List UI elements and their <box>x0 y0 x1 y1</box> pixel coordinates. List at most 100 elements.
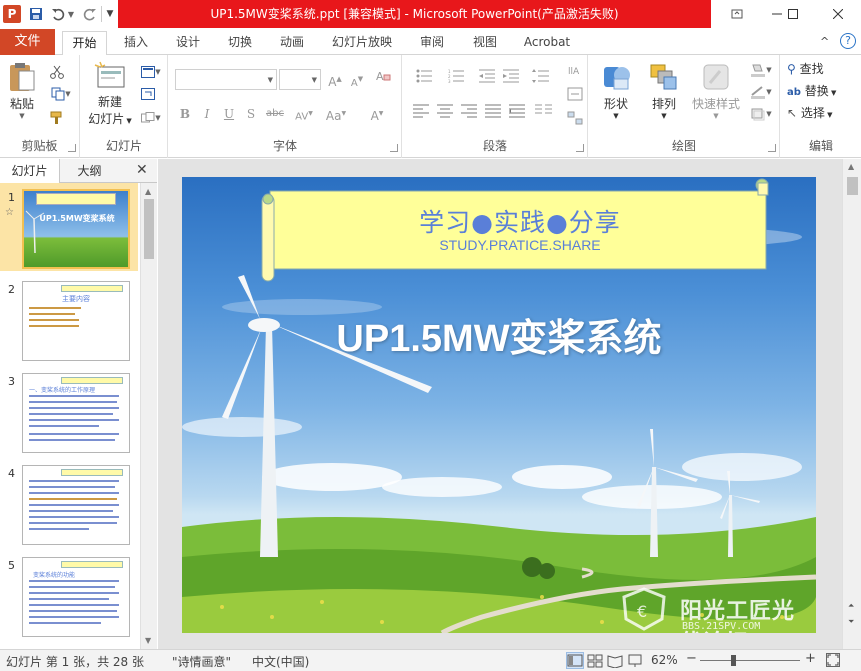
quick-styles-button[interactable]: 快速样式 ▼ <box>689 61 743 120</box>
font-launcher-icon[interactable] <box>390 144 398 152</box>
cut-icon[interactable] <box>48 63 66 81</box>
scroll-down-icon[interactable]: ▼ <box>145 636 151 645</box>
tab-slideshow[interactable]: 幻灯片放映 <box>326 31 398 56</box>
copy-icon[interactable]: ▼ <box>48 85 74 103</box>
zoom-out-icon[interactable]: − <box>686 651 697 666</box>
save-icon[interactable] <box>26 4 46 24</box>
format-painter-icon[interactable] <box>48 109 66 127</box>
justify-icon[interactable] <box>483 104 503 124</box>
arrange-button[interactable]: 排列 ▼ <box>643 61 685 120</box>
zoom-slider[interactable] <box>700 660 800 661</box>
banner-title[interactable]: 学习●实践●分享 <box>268 203 772 239</box>
theme-name[interactable]: "诗情画意" <box>172 653 231 670</box>
tab-design[interactable]: 设计 <box>168 31 208 56</box>
font-color-icon[interactable]: A▼ <box>363 104 391 124</box>
redo-icon[interactable] <box>80 4 100 24</box>
slideshow-view-icon[interactable] <box>626 652 644 669</box>
slide-sorter-icon[interactable] <box>586 652 604 669</box>
shrink-font-icon[interactable]: A▼ <box>347 69 367 89</box>
tab-acrobat[interactable]: Acrobat <box>518 31 576 56</box>
tab-transitions[interactable]: 切换 <box>220 31 260 56</box>
shape-fill-icon[interactable]: ▼ <box>747 61 775 79</box>
line-spacing-icon[interactable] <box>527 69 555 89</box>
change-case-icon[interactable]: Aa▼ <box>321 104 351 124</box>
bullets-icon[interactable] <box>411 69 439 89</box>
collapse-ribbon-icon[interactable]: ^ <box>820 35 829 48</box>
language-indicator[interactable]: 中文(中国) <box>252 653 309 670</box>
tab-home[interactable]: 开始 <box>62 31 107 56</box>
thumbnail-scrollbar[interactable]: ▲ ▼ <box>140 183 157 649</box>
tab-view[interactable]: 视图 <box>465 31 505 56</box>
drawing-launcher-icon[interactable] <box>768 144 776 152</box>
layout-icon[interactable]: ▼ <box>139 63 163 81</box>
italic-icon[interactable]: I <box>197 104 217 124</box>
help-icon[interactable]: ? <box>840 33 856 49</box>
grow-font-icon[interactable]: A▲ <box>325 69 345 89</box>
normal-view-icon[interactable] <box>566 652 584 669</box>
decrease-indent-icon[interactable] <box>477 69 497 89</box>
slide-thumbnail-4[interactable]: 4 <box>0 459 138 547</box>
zoom-in-icon[interactable]: + <box>805 651 816 666</box>
scrollbar-thumb[interactable] <box>847 177 858 195</box>
slide-canvas[interactable]: € 学习●实践●分享 STUDY.PRATICE.SHARE UP1.5MW变桨… <box>182 177 816 633</box>
text-shadow-icon[interactable]: S <box>241 104 261 124</box>
tab-slides-pane[interactable]: 幻灯片 <box>0 159 60 183</box>
shape-outline-icon[interactable]: ▼ <box>747 83 775 101</box>
undo-icon[interactable] <box>48 4 68 24</box>
slide-thumbnail-1[interactable]: 1 ☆ UP1.5MW变桨系统 <box>0 183 138 271</box>
reading-view-icon[interactable] <box>606 652 624 669</box>
next-slide-icon[interactable]: ⏷ <box>848 617 854 627</box>
ribbon-display-icon[interactable] <box>720 0 754 28</box>
shape-effects-icon[interactable]: ▼ <box>747 105 775 123</box>
slide-thumbnail-2[interactable]: 2 主要内容 <box>0 275 138 363</box>
character-spacing-icon[interactable]: AV▼ <box>291 104 317 124</box>
slide-thumbnail-3[interactable]: 3 一、变桨系统的工作原理 <box>0 367 138 455</box>
font-name-dropdown[interactable]: ▼ <box>175 69 277 90</box>
previous-slide-icon[interactable]: ⏶ <box>848 601 854 611</box>
scroll-up-icon[interactable]: ▲ <box>145 187 151 196</box>
text-direction-icon[interactable]: llA <box>565 63 585 83</box>
convert-smartart-icon[interactable] <box>565 111 585 131</box>
reset-slide-icon[interactable] <box>139 85 157 103</box>
tab-animations[interactable]: 动画 <box>272 31 312 56</box>
clipboard-launcher-icon[interactable] <box>68 144 76 152</box>
underline-icon[interactable]: U <box>219 104 239 124</box>
banner-subtitle[interactable]: STUDY.PRATICE.SHARE <box>268 237 772 253</box>
tab-review[interactable]: 审阅 <box>412 31 452 56</box>
align-text-icon[interactable] <box>565 87 585 107</box>
tab-file[interactable]: 文件 <box>0 29 55 55</box>
slide-title[interactable]: UP1.5MW变桨系统 <box>182 307 816 362</box>
close-pane-icon[interactable]: ✕ <box>136 162 148 178</box>
scrollbar-thumb[interactable] <box>144 199 154 259</box>
fit-to-window-icon[interactable] <box>826 653 840 667</box>
maximize-button[interactable] <box>770 0 816 28</box>
tab-outline-pane[interactable]: 大纲 <box>62 159 117 183</box>
strikethrough-icon[interactable]: abc <box>263 104 287 124</box>
find-button[interactable]: ⚲ 查找 <box>787 60 824 77</box>
font-size-dropdown[interactable]: ▼ <box>279 69 321 90</box>
section-icon[interactable]: ▼ <box>139 109 163 127</box>
shapes-button[interactable]: 形状 ▼ <box>595 61 637 120</box>
new-slide-button[interactable]: 新建 幻灯片 ▼ <box>87 61 133 127</box>
align-right-icon[interactable] <box>459 104 479 124</box>
replace-button[interactable]: ab 替换 ▼ <box>787 82 836 99</box>
scroll-up-icon[interactable]: ▲ <box>848 162 854 171</box>
numbering-icon[interactable]: 123 <box>443 69 471 89</box>
tab-insert[interactable]: 插入 <box>116 31 156 56</box>
paragraph-launcher-icon[interactable] <box>576 144 584 152</box>
undo-dropdown-icon[interactable]: ▼ <box>66 4 76 24</box>
zoom-slider-thumb[interactable] <box>731 655 736 666</box>
align-center-icon[interactable] <box>435 104 455 124</box>
clear-formatting-icon[interactable]: A <box>373 69 393 89</box>
select-button[interactable]: ↖ 选择 ▼ <box>787 104 833 121</box>
close-button[interactable] <box>815 0 861 28</box>
slide-scrollbar[interactable]: ▲ ⏶ ⏷ <box>842 159 861 649</box>
powerpoint-logo-icon[interactable]: P <box>3 5 21 23</box>
paste-button[interactable]: 粘贴 ▼ <box>4 61 40 120</box>
columns-icon[interactable] <box>531 104 557 124</box>
align-left-icon[interactable] <box>411 104 431 124</box>
slide-thumbnail-5[interactable]: 5 变桨系统的功能 <box>0 551 138 639</box>
increase-indent-icon[interactable] <box>501 69 521 89</box>
zoom-level[interactable]: 62% <box>651 653 678 667</box>
customize-qat-icon[interactable]: ▼ <box>104 4 116 24</box>
